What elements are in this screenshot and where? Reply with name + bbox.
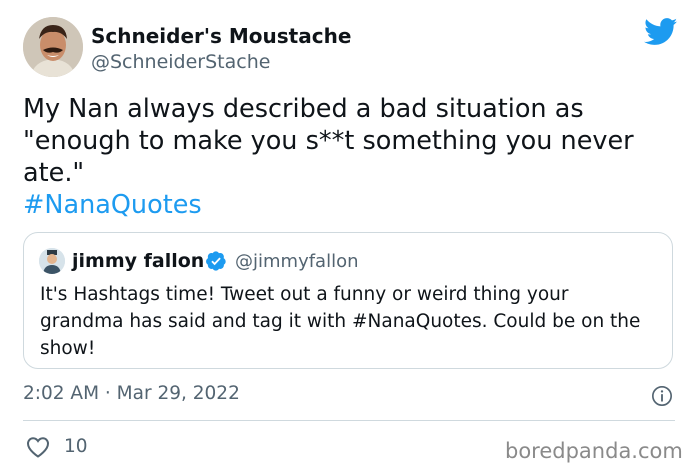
like-count: 10 xyxy=(64,436,88,457)
quoted-text-line: grandma has said and tag it with #NanaQu… xyxy=(40,311,641,332)
tweet-timestamp[interactable]: 2:02 AM · Mar 29, 2022 xyxy=(23,383,240,404)
tweet-text-line: My Nan always described a bad situation … xyxy=(23,94,584,124)
heart-icon[interactable] xyxy=(26,436,50,458)
quoted-author-avatar[interactable] xyxy=(39,248,65,274)
watermark: boredpanda.com xyxy=(505,439,683,463)
author-handle[interactable]: @SchneiderStache xyxy=(91,51,270,73)
quoted-author-name[interactable]: jimmy fallon xyxy=(72,250,204,272)
author-name[interactable]: Schneider's Moustache xyxy=(91,24,351,48)
info-icon[interactable] xyxy=(651,385,673,407)
quoted-tweet[interactable]: jimmy fallon @jimmyfallon It's Hashtags … xyxy=(23,232,673,369)
quoted-tweet-text: It's Hashtags time! Tweet out a funny or… xyxy=(40,281,665,362)
quoted-text-line: It's Hashtags time! Tweet out a funny or… xyxy=(40,284,569,305)
hashtag-link[interactable]: #NanaQuotes xyxy=(23,189,673,221)
author-avatar[interactable] xyxy=(23,17,83,77)
verified-badge-icon xyxy=(206,251,226,271)
quoted-author-handle[interactable]: @jimmyfallon xyxy=(235,251,359,272)
quoted-text-line: show! xyxy=(40,338,96,359)
tweet-text-line: ate." xyxy=(23,158,85,188)
twitter-bird-icon[interactable] xyxy=(644,18,678,46)
tweet-text-line: "enough to make you s**t something you n… xyxy=(23,126,634,156)
divider xyxy=(23,420,675,421)
tweet-text: My Nan always described a bad situation … xyxy=(23,93,673,221)
